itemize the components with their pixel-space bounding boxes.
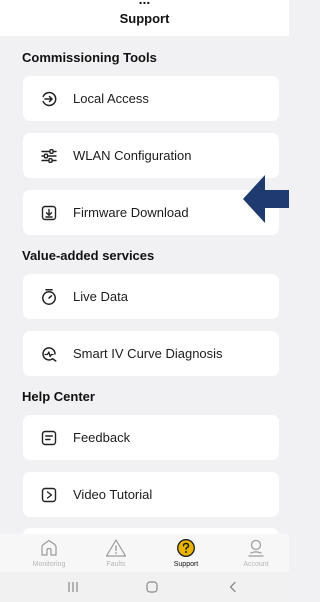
sliders-icon: [39, 146, 59, 166]
menu-item-label: Firmware Download: [73, 205, 189, 220]
page-title: Support: [119, 11, 170, 26]
local-access-icon: [39, 89, 59, 109]
menu-item-wlan-configuration[interactable]: WLAN Configuration: [23, 133, 279, 178]
arrow-left-icon: [243, 175, 289, 223]
home-icon: [38, 537, 60, 559]
tab-label: Monitoring: [32, 561, 66, 568]
menu-item-label: Local Access: [73, 91, 149, 106]
question-icon: [175, 537, 197, 559]
tab-support[interactable]: Support: [156, 534, 216, 572]
tab-faults[interactable]: Faults: [86, 534, 146, 572]
diagnosis-icon: [39, 344, 59, 364]
feedback-icon: [39, 428, 59, 448]
tab-label: Support: [173, 561, 199, 568]
menu-item-live-data[interactable]: Live Data: [23, 274, 279, 319]
warning-icon: [105, 537, 127, 559]
support-content[interactable]: Commissioning Tools Local Access WLAN Co…: [0, 36, 289, 534]
section-title-help-center: Help Center: [22, 389, 95, 404]
menu-item-label: Smart IV Curve Diagnosis: [73, 346, 223, 361]
menu-item-video-tutorial[interactable]: Video Tutorial: [23, 472, 279, 517]
menu-item-label: Feedback: [73, 430, 131, 445]
tab-label: Account: [243, 561, 269, 568]
menu-item-label: Video Tutorial: [73, 487, 153, 502]
home-button-icon[interactable]: [144, 578, 160, 596]
download-icon: [39, 203, 59, 223]
header: ... Support: [0, 0, 289, 36]
stopwatch-icon: [39, 287, 59, 307]
header-cut-title: ...: [0, 0, 289, 7]
tab-label: Faults: [106, 561, 126, 568]
menu-item-feedback[interactable]: Feedback: [23, 415, 279, 460]
back-button-icon[interactable]: [226, 578, 240, 596]
menu-item-local-access[interactable]: Local Access: [23, 76, 279, 121]
person-icon: [245, 537, 267, 559]
tab-monitoring[interactable]: Monitoring: [19, 534, 79, 572]
video-icon: [39, 485, 59, 505]
menu-item-label: WLAN Configuration: [73, 148, 192, 163]
recent-apps-icon[interactable]: [66, 578, 80, 596]
section-title-commissioning-tools: Commissioning Tools: [22, 50, 157, 65]
system-navigation-bar: [0, 572, 289, 602]
tab-bar: Monitoring Faults Support Account: [0, 534, 289, 572]
menu-item-label: Live Data: [73, 289, 128, 304]
section-title-value-added-services: Value-added services: [22, 248, 155, 263]
tab-account[interactable]: Account: [226, 534, 286, 572]
menu-item-firmware-download[interactable]: Firmware Download: [23, 190, 279, 235]
menu-item-smart-iv-curve-diagnosis[interactable]: Smart IV Curve Diagnosis: [23, 331, 279, 376]
